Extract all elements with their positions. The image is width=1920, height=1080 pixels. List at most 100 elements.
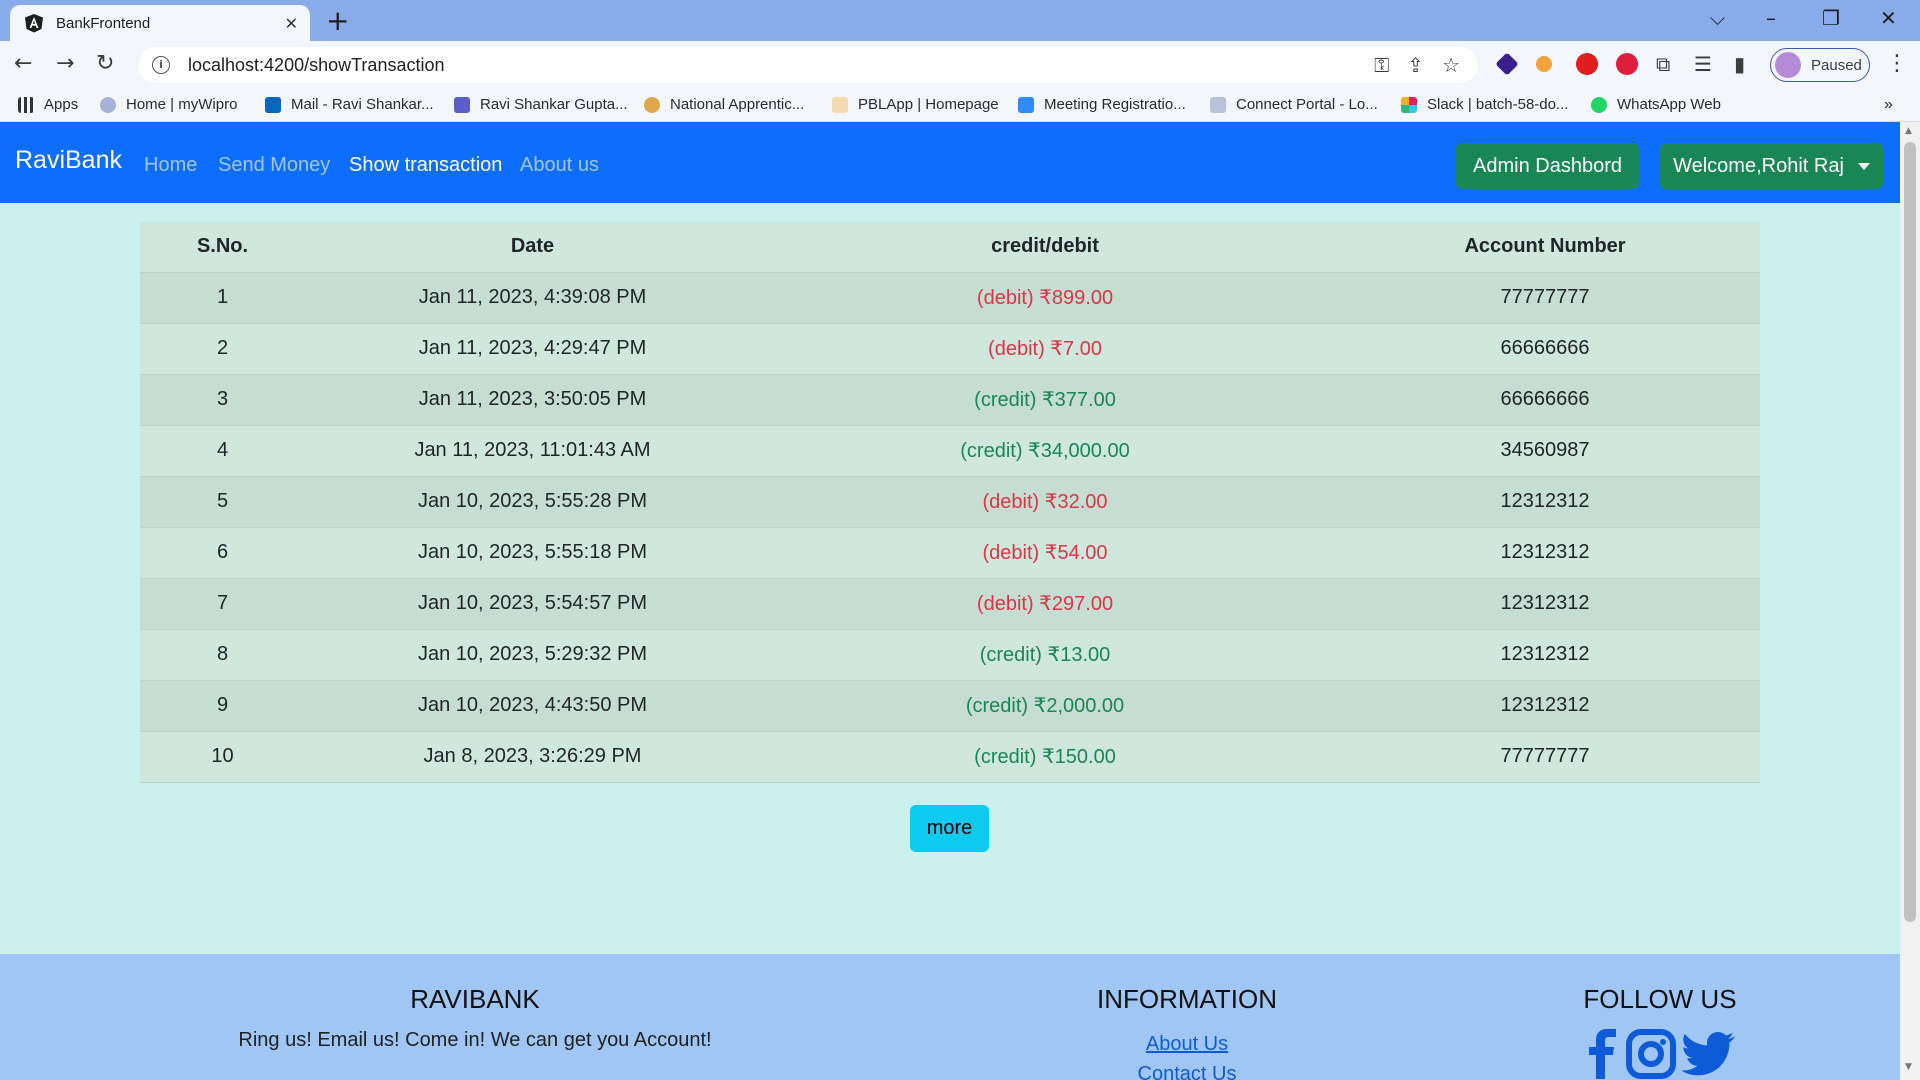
bookmark-label: National Apprentic... — [670, 96, 805, 113]
menu-kebab-icon[interactable]: ⋮ — [1886, 51, 1908, 77]
bookmark-teams[interactable]: Ravi Shankar Gupta... — [454, 96, 628, 113]
bookmark-slack[interactable]: Slack | batch-58-do... — [1401, 96, 1568, 113]
cell-amount: (debit) ₹32.00 — [760, 476, 1330, 528]
facebook-icon[interactable] — [1584, 1029, 1620, 1079]
twitter-icon[interactable] — [1682, 1029, 1736, 1079]
adblock-icon[interactable] — [1616, 53, 1638, 75]
table-row: 4 Jan 11, 2023, 11:01:43 AM (credit) ₹34,0… — [140, 425, 1760, 477]
cell-amount: (credit) ₹377.00 — [760, 374, 1330, 426]
profile-button[interactable]: Paused — [1770, 48, 1870, 82]
tab-title: BankFrontend — [56, 14, 151, 32]
nav-about-us[interactable]: About us — [520, 154, 599, 177]
bookmark-whatsapp[interactable]: WhatsApp Web — [1591, 96, 1721, 113]
new-tab-icon[interactable]: + — [326, 7, 349, 35]
cell-amount: (credit) ₹13.00 — [760, 629, 1330, 681]
bookmark-national-apprentice[interactable]: National Apprentic... — [644, 96, 804, 113]
cell-account: 12312312 — [1330, 578, 1760, 630]
close-tab-icon[interactable]: ✕ — [285, 14, 298, 33]
bookmark-apps[interactable]: Apps — [18, 96, 78, 113]
nav-send-money[interactable]: Send Money — [218, 154, 330, 177]
minimize-icon[interactable]: – — [1766, 6, 1776, 30]
cell-date: Jan 11, 2023, 3:50:05 PM — [305, 374, 760, 426]
url-text[interactable]: localhost:4200/showTransaction — [188, 55, 1374, 76]
restore-icon[interactable]: ❐ — [1822, 6, 1840, 30]
side-panel-icon[interactable]: ▮ — [1734, 51, 1745, 77]
table-row: 1 Jan 11, 2023, 4:39:08 PM (debit) ₹899.00… — [140, 272, 1760, 324]
nav-show-transaction[interactable]: Show transaction — [349, 154, 502, 177]
admin-dashboard-button[interactable]: Admin Dashbord — [1456, 143, 1639, 189]
browser-tab[interactable]: BankFrontend ✕ — [10, 5, 310, 41]
bookmark-label: Ravi Shankar Gupta... — [480, 96, 628, 113]
angular-icon — [25, 14, 43, 33]
extension-diamond-icon[interactable] — [1495, 52, 1519, 76]
bookmarks-bar: Apps Home | myWipro Mail - Ravi Shankar.… — [0, 89, 1920, 122]
table-row: 5 Jan 10, 2023, 5:55:28 PM (debit) ₹32.00 1… — [140, 476, 1760, 528]
footer-follow-column: FOLLOW US — [1560, 984, 1760, 1079]
bookmark-mail[interactable]: Mail - Ravi Shankar... — [265, 96, 434, 113]
reading-list-icon[interactable]: ☰ — [1694, 51, 1712, 77]
bookmark-connect-portal[interactable]: Connect Portal - Lo... — [1210, 96, 1378, 113]
cell-amount: (credit) ₹150.00 — [760, 731, 1330, 783]
instagram-icon[interactable] — [1626, 1029, 1676, 1079]
reload-icon[interactable]: ↻ — [96, 51, 114, 77]
tab-search-icon[interactable]: ⌵ — [1710, 6, 1725, 30]
scroll-up-arrow-icon[interactable]: ▲ — [1905, 126, 1912, 136]
table-row: 10 Jan 8, 2023, 3:26:29 PM (credit) ₹150.0… — [140, 731, 1760, 783]
bookmark-meeting[interactable]: Meeting Registratio... — [1018, 96, 1186, 113]
table-row: 6 Jan 10, 2023, 5:55:18 PM (debit) ₹54.00 1… — [140, 527, 1760, 579]
cell-date: Jan 11, 2023, 11:01:43 AM — [305, 425, 760, 477]
bookmarks-overflow-icon[interactable]: » — [1884, 96, 1893, 114]
site-info-icon[interactable]: i — [152, 56, 170, 74]
cell-amount: (debit) ₹7.00 — [760, 323, 1330, 375]
scroll-down-arrow-icon[interactable]: ▼ — [1905, 1062, 1912, 1072]
bookmark-star-icon[interactable]: ☆ — [1442, 53, 1460, 77]
cell-amount: (credit) ₹2,000.00 — [760, 680, 1330, 732]
cell-account: 66666666 — [1330, 323, 1760, 375]
opera-extension-icon[interactable] — [1576, 53, 1598, 75]
admin-dashboard-label: Admin Dashbord — [1473, 154, 1622, 177]
table-header-row: S.No. Date credit/debit Account Number — [140, 222, 1760, 273]
cell-date: Jan 11, 2023, 4:39:08 PM — [305, 272, 760, 324]
cell-date: Jan 10, 2023, 5:29:32 PM — [305, 629, 760, 681]
browser-toolbar: ← → ↻ i localhost:4200/showTransaction ⚿… — [0, 41, 1920, 89]
forward-icon[interactable]: → — [56, 51, 74, 77]
page-footer: RAVIBANK Ring us! Email us! Come in! We … — [0, 954, 1900, 1080]
address-bar[interactable]: i localhost:4200/showTransaction ⚿ ⇪ ☆ — [138, 47, 1478, 83]
back-icon[interactable]: ← — [14, 51, 32, 77]
cell-sno: 9 — [140, 680, 305, 732]
bookmark-label: Slack | batch-58-do... — [1427, 96, 1569, 113]
cell-date: Jan 10, 2023, 5:54:57 PM — [305, 578, 760, 630]
teams-icon — [454, 96, 470, 113]
footer-contact-link[interactable]: Contact Us — [1037, 1059, 1337, 1080]
cell-sno: 8 — [140, 629, 305, 681]
close-window-icon[interactable]: ✕ — [1880, 6, 1897, 30]
zoom-icon — [1018, 96, 1034, 113]
outlook-icon — [265, 96, 281, 113]
footer-brand-column: RAVIBANK Ring us! Email us! Come in! We … — [175, 984, 775, 1052]
cell-date: Jan 10, 2023, 5:55:28 PM — [305, 476, 760, 528]
extensions-puzzle-icon[interactable]: ⧉ — [1656, 51, 1670, 77]
cell-date: Jan 11, 2023, 4:29:47 PM — [305, 323, 760, 375]
share-icon[interactable]: ⇪ — [1407, 53, 1424, 77]
bookmark-label: WhatsApp Web — [1617, 96, 1721, 113]
vertical-scrollbar[interactable]: ▲ ▼ — [1900, 122, 1920, 1080]
more-button[interactable]: more — [910, 805, 989, 852]
table-body: 1 Jan 11, 2023, 4:39:08 PM (debit) ₹899.00… — [140, 272, 1760, 783]
cell-account: 34560987 — [1330, 425, 1760, 477]
extension-pen-icon[interactable] — [1536, 56, 1552, 72]
cell-account: 77777777 — [1330, 731, 1760, 783]
brand-logo[interactable]: RaviBank — [15, 146, 122, 175]
transactions-table-container: S.No. Date credit/debit Account Number 1… — [140, 222, 1760, 783]
welcome-dropdown-button[interactable]: Welcome,Rohit Raj — [1660, 143, 1883, 189]
cell-account: 12312312 — [1330, 527, 1760, 579]
key-icon[interactable]: ⚿ — [1374, 53, 1389, 77]
footer-follow-title: FOLLOW US — [1583, 984, 1737, 1014]
bookmark-pblapp[interactable]: PBLApp | Homepage — [832, 96, 999, 113]
footer-about-link[interactable]: About Us — [1037, 1029, 1337, 1059]
whatsapp-icon — [1591, 96, 1607, 113]
scrollbar-thumb[interactable] — [1904, 142, 1916, 922]
nav-home[interactable]: Home — [144, 154, 197, 177]
header-account-number: Account Number — [1330, 222, 1760, 273]
wipro-icon — [100, 96, 116, 113]
bookmark-mywipro[interactable]: Home | myWipro — [100, 96, 237, 113]
